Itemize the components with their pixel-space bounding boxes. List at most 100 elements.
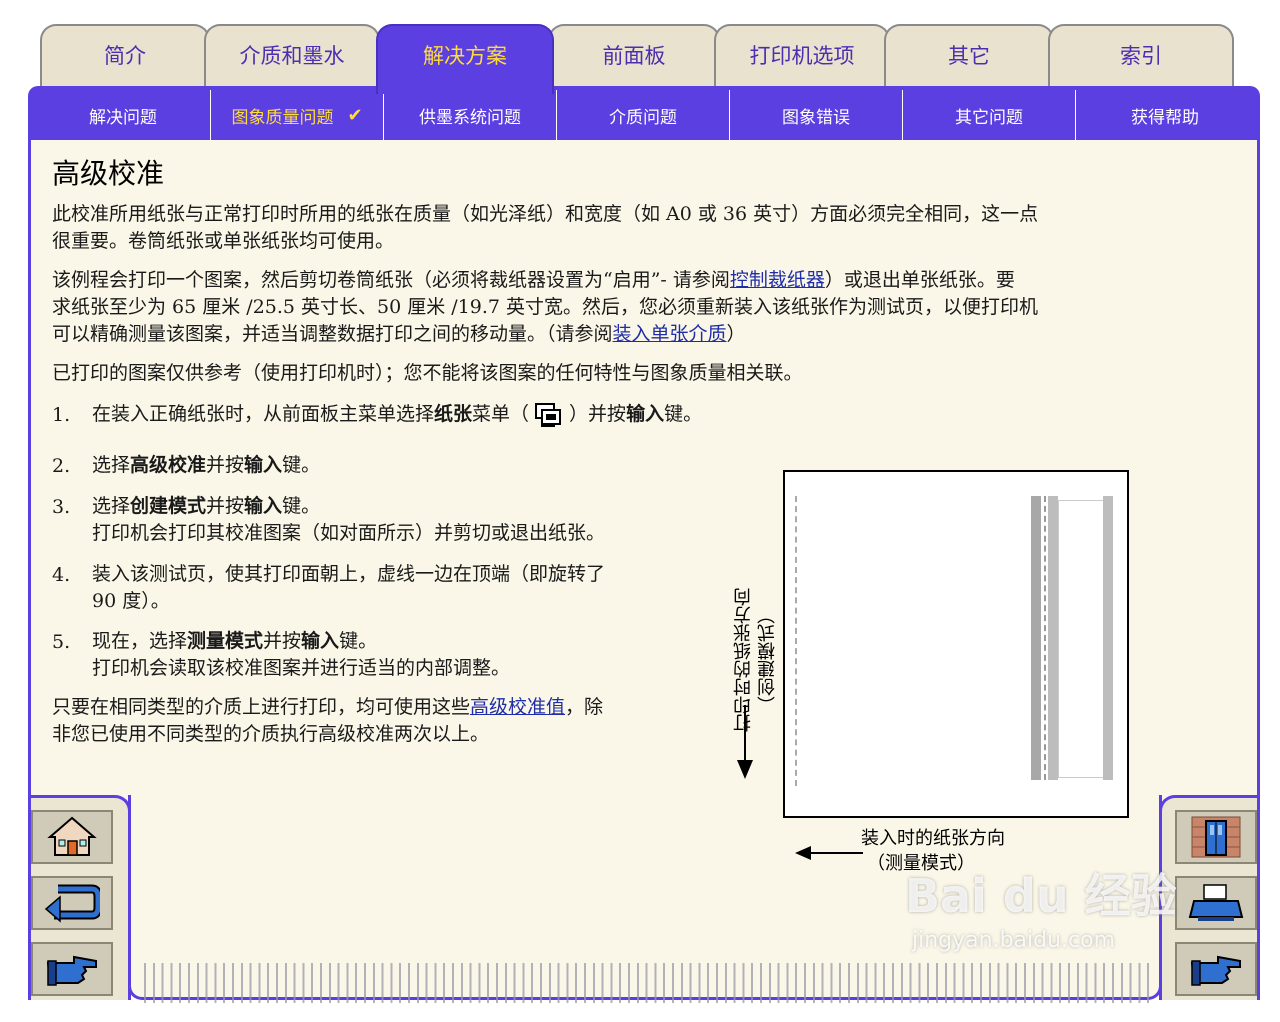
link-advanced-calibration-values[interactable]: 高级校准值 [470, 696, 565, 718]
home-icon [47, 816, 97, 856]
subnav-image-errors[interactable]: 图象错误 [730, 90, 903, 140]
subnav-label: 解决问题 [89, 107, 157, 128]
calibration-figure: 打印时的纸张方向 （创建模式） 装入时的纸张方向 （测量模式） [725, 470, 1145, 880]
bold-term: 输入 [301, 630, 340, 652]
tab-label: 简介 [104, 44, 146, 68]
tab-label: 打印机选项 [749, 44, 855, 68]
step-number: 2. [52, 455, 71, 477]
text-line: 非您已使用不同类型的介质执行高级校准两次以上。 [52, 723, 490, 745]
tab-label: 索引 [1120, 44, 1162, 68]
subnav-other-problems[interactable]: 其它问题 [903, 90, 1076, 140]
subnav-image-quality[interactable]: 图象质量问题 ✔ [211, 90, 384, 140]
text-run: 该例程会打印一个图案，然后剪切卷筒纸张（必须将裁纸器设置为“启用”- 请参阅 [52, 269, 730, 291]
subnav-troubleshooting[interactable]: 解决问题 [36, 90, 211, 140]
text-line: 很重要。卷筒纸张或单张纸张均可使用。 [52, 230, 395, 252]
tab-solutions[interactable]: 解决方案 [376, 24, 554, 94]
home-button[interactable] [31, 810, 113, 864]
text-run: ） [726, 323, 746, 345]
subnav-label: 其它问题 [955, 107, 1023, 128]
step-4: 装入该测试页，使其打印面朝上，虚线一边在顶端（即旋转了 90 度）。 [92, 561, 732, 615]
subnav-ink-system[interactable]: 供墨系统问题 [384, 90, 557, 140]
bold-term: 测量模式 [187, 630, 264, 652]
paragraph-requirements: 此校准所用纸张与正常打印时所用的纸张在质量（如光泽纸）和宽度（如 A0 或 36… [52, 201, 1242, 255]
subnav-label: 获得帮助 [1131, 107, 1199, 128]
subnav-label: 供墨系统问题 [419, 107, 521, 128]
text-run: 选择 [92, 454, 131, 476]
door-icon [1191, 816, 1241, 858]
link-load-sheet-media[interactable]: 装入单张介质 [613, 323, 727, 345]
bold-term: 高级校准 [130, 454, 207, 476]
bold-term: 输入 [244, 454, 283, 476]
step-number: 3. [52, 496, 71, 518]
paragraph-procedure: 该例程会打印一个图案，然后剪切卷筒纸张（必须将裁纸器设置为“启用”- 请参阅控制… [52, 267, 1242, 348]
text-run: 键。 [282, 495, 321, 517]
step-2: 选择高级校准并按输入键。 [92, 452, 712, 479]
text-line: 可以精确测量该图案，并适当调整数据打印之间的移动量。（请参阅装入单张介质） [52, 321, 1242, 348]
tab-index[interactable]: 索引 [1048, 24, 1234, 86]
text-run: 可以精确测量该图案，并适当调整数据打印之间的移动量。（请参阅 [52, 323, 613, 345]
baidu-watermark-url: jingyan.baidu.com [912, 928, 1116, 953]
link-control-cutter[interactable]: 控制裁纸器 [730, 269, 825, 291]
text-run: 并按 [206, 454, 245, 476]
checkmark-icon: ✔ [347, 104, 363, 126]
calibration-sheet [783, 470, 1129, 818]
text-run: 在装入正确纸张时，从前面板主菜单选择 [92, 403, 435, 425]
subnav-media[interactable]: 介质问题 [557, 90, 730, 140]
step-number: 1. [52, 404, 71, 426]
text-run: 现在，选择 [92, 630, 188, 652]
text-run: 并按 [263, 630, 302, 652]
tab-media-ink[interactable]: 介质和墨水 [204, 24, 380, 86]
text-line: 该例程会打印一个图案，然后剪切卷筒纸张（必须将裁纸器设置为“启用”- 请参阅控制… [52, 267, 1242, 294]
text-run: ）并按 [569, 403, 627, 425]
tab-other[interactable]: 其它 [884, 24, 1054, 86]
vertical-label: （创建模式） [757, 606, 778, 714]
tab-label: 其它 [948, 44, 990, 68]
tab-printer-options[interactable]: 打印机选项 [714, 24, 890, 86]
subnav-get-help[interactable]: 获得帮助 [1076, 90, 1254, 140]
print-button[interactable] [1175, 876, 1257, 930]
paragraph-note: 已打印的图案仅供参考（使用打印机时）；您不能将该图案的任何特性与图象质量相关联。 [52, 362, 803, 384]
print-direction-label: 打印时的纸张方向 （创建模式） [725, 540, 785, 780]
tab-intro[interactable]: 简介 [40, 24, 210, 86]
text-run: 键。 [339, 630, 378, 652]
step-number: 4. [52, 564, 71, 586]
text-run: 并按 [206, 495, 245, 517]
bold-term: 创建模式 [130, 495, 207, 517]
text-line: 求纸张至少为 65 厘米 /25.5 英寸长、50 厘米 /19.7 英寸宽。然… [52, 296, 1039, 318]
pointing-hand-icon [1190, 955, 1241, 986]
step-5: 现在，选择测量模式并按输入键。 打印机会读取该校准图案并进行适当的内部调整。 [92, 628, 732, 682]
tab-label: 解决方案 [423, 44, 507, 68]
text-line: 装入该测试页，使其打印面朝上，虚线一边在顶端（即旋转了 [92, 563, 606, 585]
subnav-label: 图象错误 [782, 107, 850, 128]
back-icon [44, 884, 100, 923]
back-button[interactable] [31, 876, 113, 930]
pointing-hand-icon [46, 955, 97, 986]
paper-menu-icon [533, 400, 565, 430]
tab-front-panel[interactable]: 前面板 [548, 24, 720, 86]
dashed-edge-line [795, 496, 797, 786]
printer-icon [1188, 884, 1244, 921]
bold-term: 输入 [244, 495, 283, 517]
next-page-button[interactable] [31, 942, 113, 996]
subnav-label: 介质问题 [609, 107, 677, 128]
forward-button[interactable] [1175, 942, 1257, 996]
text-run: 键。 [282, 454, 321, 476]
text-line: 选择创建模式并按输入键。 [92, 493, 732, 520]
text-line: 打印机会打印其校准图案（如对面所示）并剪切或退出纸张。 [92, 522, 606, 544]
text-run: 只要在相同类型的介质上进行打印，均可使用这些 [52, 696, 471, 718]
text-run: 键。 [664, 403, 703, 425]
exit-button[interactable] [1175, 810, 1257, 864]
text-line: 只要在相同类型的介质上进行打印，均可使用这些高级校准值，除 [52, 694, 722, 721]
text-line: 打印机会读取该校准图案并进行适当的内部调整。 [92, 657, 511, 679]
step-3: 选择创建模式并按输入键。 打印机会打印其校准图案（如对面所示）并剪切或退出纸张。 [92, 493, 732, 547]
step-1: 在装入正确纸张时，从前面板主菜单选择纸张菜单（ ）并按输入键。 [92, 400, 812, 430]
subnav-label: 图象质量问题 [231, 107, 334, 128]
text-line: 90 度）。 [92, 590, 170, 612]
text-line: 现在，选择测量模式并按输入键。 [92, 628, 732, 655]
step-number: 5. [52, 631, 71, 653]
baidu-watermark: Bai du 经验 [905, 869, 1177, 923]
text-run: 菜单（ [472, 403, 530, 425]
sub-navigation: 解决问题 图象质量问题 ✔ 供墨系统问题 介质问题 图象错误 其它问题 获得帮助 [28, 86, 1260, 140]
bold-term: 纸张 [434, 403, 473, 425]
text-line: 此校准所用纸张与正常打印时所用的纸张在质量（如光泽纸）和宽度（如 A0 或 36… [52, 203, 1039, 225]
